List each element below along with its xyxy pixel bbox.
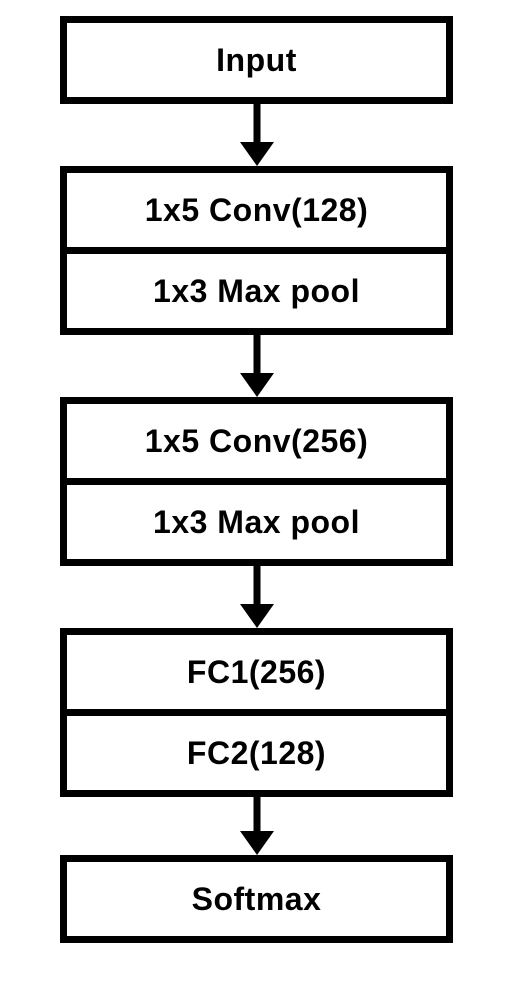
conv1-label: 1x5 Conv(128) <box>67 173 446 247</box>
arrow-icon <box>237 566 277 628</box>
diagram-canvas: Input 1x5 Conv(128) 1x3 Max pool 1x5 Con… <box>0 0 513 986</box>
arrow-icon <box>237 104 277 166</box>
arrow-icon <box>237 335 277 397</box>
arrow-icon <box>237 797 277 855</box>
softmax-label: Softmax <box>67 862 446 936</box>
layer-conv-block-1: 1x5 Conv(128) 1x3 Max pool <box>60 166 453 335</box>
layer-input: Input <box>60 16 453 104</box>
maxpool2-label: 1x3 Max pool <box>67 478 446 559</box>
layer-input-label: Input <box>67 23 446 97</box>
layer-conv-block-2: 1x5 Conv(256) 1x3 Max pool <box>60 397 453 566</box>
layer-softmax: Softmax <box>60 855 453 943</box>
fc1-label: FC1(256) <box>67 635 446 709</box>
maxpool1-label: 1x3 Max pool <box>67 247 446 328</box>
conv2-label: 1x5 Conv(256) <box>67 404 446 478</box>
layer-fc-block: FC1(256) FC2(128) <box>60 628 453 797</box>
fc2-label: FC2(128) <box>67 709 446 790</box>
